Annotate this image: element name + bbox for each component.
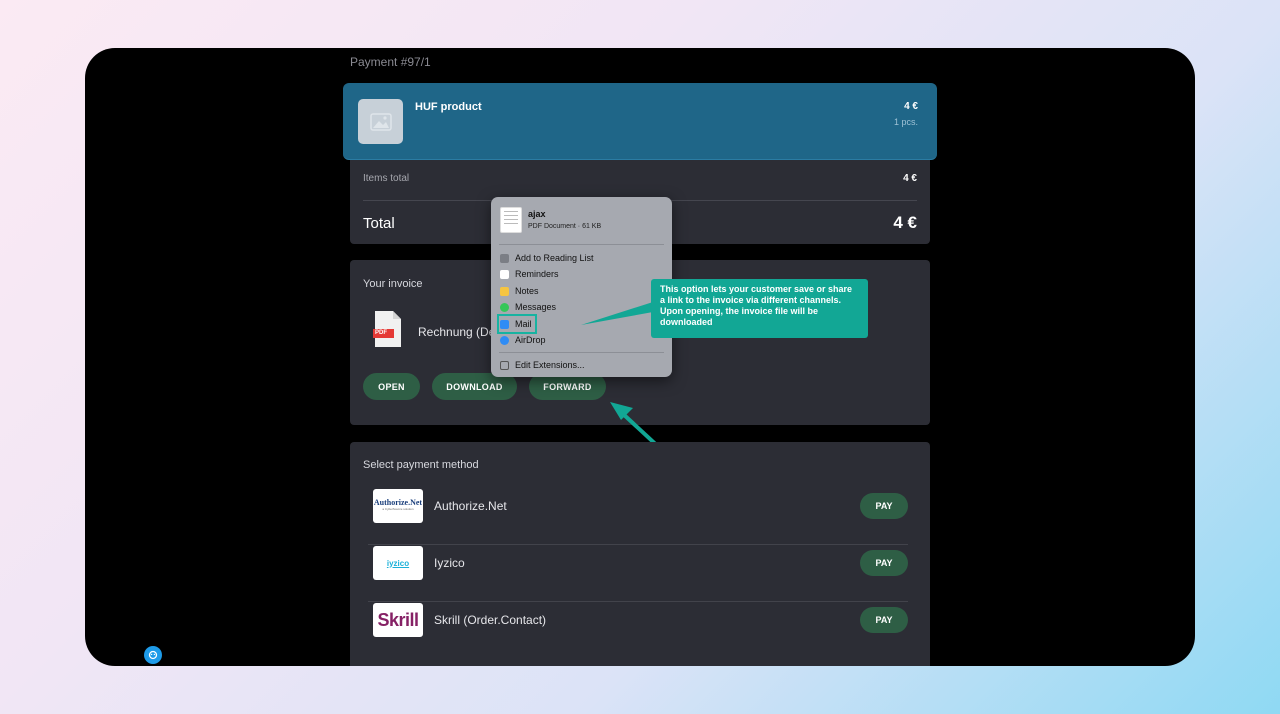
share-item-messages[interactable]: Messages [500,300,556,314]
logo-text: iyzico [386,558,410,568]
share-item-label: Reminders [515,269,559,279]
pdf-badge-label: PDF [375,330,387,336]
iyzico-logo: iyzico [373,546,423,580]
mail-icon [500,319,509,329]
reminders-icon [500,269,509,279]
share-item-label: Add to Reading List [515,253,594,263]
share-item-mail[interactable]: Mail [497,314,537,334]
product-quantity: 1 pcs. [893,117,918,127]
items-total-label: Items total [363,173,410,184]
edit-extensions-item[interactable]: Edit Extensions... [500,358,585,372]
divider [368,601,908,602]
pay-button-iyzico[interactable]: PAY [860,550,908,576]
share-item-label: Mail [515,319,532,329]
payment-method-name: Iyzico [434,556,465,570]
authorize-net-logo: Authorize.Net a CyberSource solution [373,489,423,523]
download-button[interactable]: DOWNLOAD [432,373,517,400]
product-price: 4 € [904,101,918,112]
share-item-notes[interactable]: Notes [500,284,539,298]
divider [499,352,664,353]
pay-button-authorize-net[interactable]: PAY [860,493,908,519]
share-file-subtitle: PDF Document · 61 KB [528,223,602,230]
share-file-title: ajax [528,209,546,219]
forward-button[interactable]: FORWARD [529,373,606,400]
pdf-file-icon[interactable]: PDF [373,310,403,348]
items-total-value: 4 € [903,173,917,184]
total-label: Total [363,215,395,232]
notes-icon [500,286,509,296]
invoice-heading: Your invoice [363,278,423,290]
payment-method-row[interactable]: iyzico Iyzico PAY [368,546,908,602]
share-item-label: Notes [515,286,539,296]
payment-method-row[interactable]: Skrill Skrill (Order.Contact) PAY [368,603,908,659]
share-item-reminders[interactable]: Reminders [500,267,559,281]
edit-extensions-label: Edit Extensions... [515,360,585,370]
payment-methods-card: Select payment method Authorize.Net a Cy… [350,442,930,666]
app-screen: Payment #97/1 HUF product 4 € 1 pcs. Ite… [85,48,1195,666]
product-image-placeholder-icon [358,99,403,144]
product-card[interactable]: HUF product 4 € 1 pcs. [343,83,937,160]
document-icon [500,207,522,233]
pay-button-skrill[interactable]: PAY [860,607,908,633]
messages-icon [500,302,509,312]
payment-title: Payment #97/1 [350,55,431,69]
share-item-reading-list[interactable]: Add to Reading List [500,251,594,265]
product-name: HUF product [415,101,482,113]
logo-subtext: a CyberSource solution [382,507,414,511]
payment-method-name: Skrill (Order.Contact) [434,613,547,627]
payment-method-name: Authorize.Net [434,499,507,513]
extensions-icon [500,360,509,370]
reading-list-icon [500,253,509,263]
share-item-label: AirDrop [515,335,546,345]
divider [368,544,908,545]
share-item-label: Messages [515,302,557,312]
airdrop-icon [500,335,509,345]
invoice-filename[interactable]: Rechnung (De [418,325,495,339]
share-item-airdrop[interactable]: AirDrop [500,333,546,347]
total-value: 4 € [893,213,917,232]
payment-method-row[interactable]: Authorize.Net a CyberSource solution Aut… [368,489,908,545]
divider [499,244,664,245]
support-chat-icon[interactable] [144,646,162,664]
annotation-tooltip: This option lets your customer save or s… [651,279,868,338]
logo-text: Authorize.Net [373,498,423,507]
share-sheet-popover: ajax PDF Document · 61 KB Add to Reading… [491,197,672,377]
payment-heading: Select payment method [363,459,479,471]
logo-text: Skrill [377,609,419,630]
open-button[interactable]: OPEN [363,373,420,400]
skrill-logo: Skrill [373,603,423,637]
